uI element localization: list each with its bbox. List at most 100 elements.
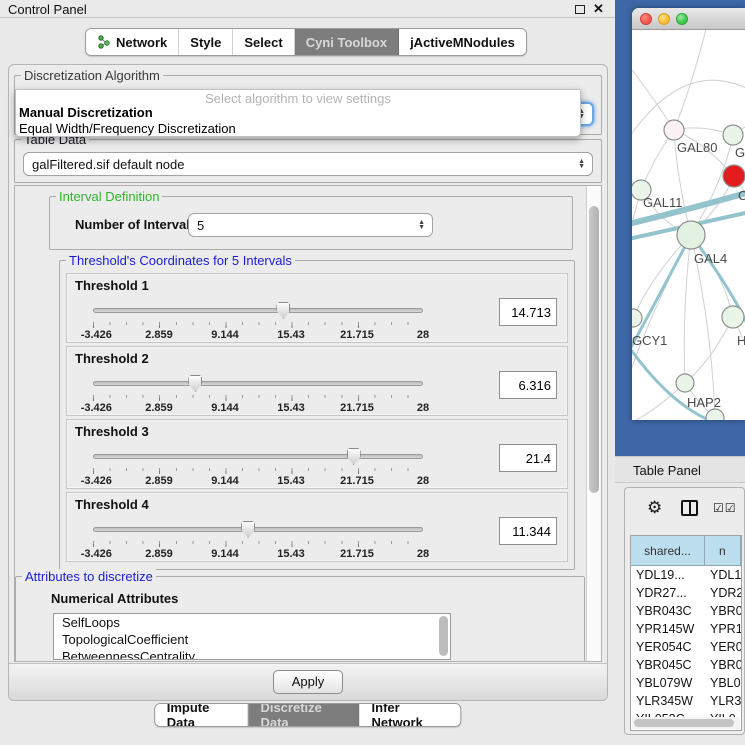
threshold-2-panel: Threshold 2 -3.426 2.859 9.144 15.43 [66, 346, 568, 416]
tab-network-label: Network [116, 35, 167, 50]
threshold-2-slider[interactable]: -3.426 2.859 9.144 15.43 21.715 28 [93, 373, 423, 413]
network-node-node-bottom [706, 409, 724, 420]
control-panel-titlebar: Control Panel ✕ [0, 0, 615, 18]
table-horizontal-scrollbar[interactable] [632, 717, 740, 729]
column-header-shared-name[interactable]: shared... [631, 536, 705, 566]
svg-text:GAL80: GAL80 [677, 140, 717, 155]
close-traffic-light[interactable] [640, 13, 652, 25]
network-icon [97, 35, 111, 49]
table-row[interactable]: YBL079W YBL0 [631, 674, 741, 692]
network-node-GAL4 [677, 221, 705, 249]
number-of-intervals-label: Number of Intervals [75, 217, 197, 232]
interval-definition-title: Interval Definition [56, 189, 162, 204]
tab-infer-network[interactable]: Infer Network [360, 704, 461, 726]
table-data-group: Table Data galFiltered.sif default node … [14, 139, 602, 183]
table-row[interactable]: YDR27... YDR2 [631, 584, 741, 602]
table-data-value: galFiltered.sif default node [32, 157, 184, 172]
cyni-toolbox-pane: Discretization Algorithm ▲▼ Select algor… [8, 64, 608, 701]
tab-impute-data[interactable]: Impute Data [155, 704, 249, 726]
threshold-2-value-field[interactable]: 6.316 [499, 371, 557, 399]
settings-scrollpane: Interval Definition Number of Intervals … [14, 185, 602, 662]
slider-track[interactable] [93, 527, 423, 532]
list-item[interactable]: BetweennessCentrality [54, 648, 450, 660]
network-window-titlebar[interactable] [632, 8, 745, 30]
thresholds-group-title: Threshold's Coordinates for 5 Intervals [66, 253, 295, 268]
zoom-traffic-light[interactable] [676, 13, 688, 25]
attributes-list-scrollbar[interactable] [439, 616, 448, 656]
threshold-3-value-field[interactable]: 21.4 [499, 444, 557, 472]
scrollbar-thumb[interactable] [634, 719, 734, 727]
tab-cyni-toolbox[interactable]: Cyni Toolbox [295, 29, 399, 55]
numerical-attributes-list[interactable]: SelfLoopsTopologicalCoefficientBetweenne… [53, 613, 451, 660]
bottom-tab-bar: Impute Data Discretize Data Infer Networ… [154, 703, 462, 727]
popup-option-manual[interactable]: Manual Discretization [16, 105, 580, 121]
slider-thumb[interactable] [347, 448, 361, 465]
apply-strip: Apply [9, 663, 607, 700]
tab-select[interactable]: Select [233, 29, 294, 55]
table-row[interactable]: YBR045C YBR0 [631, 656, 741, 674]
top-tab-bar: Network Style Select Cyni Toolbox jActiv… [85, 28, 527, 56]
network-node-node-red [723, 165, 745, 187]
network-node-GAL80 [664, 120, 684, 140]
threshold-4-panel: Threshold 4 -3.426 2.859 9.144 15.43 [66, 492, 568, 562]
node-table[interactable]: shared... n YDL19... YDL1 YDR27... YDR2 [630, 535, 742, 731]
attributes-group-title: Attributes to discretize [22, 569, 156, 584]
svg-text:G.: G. [735, 145, 745, 160]
table-row[interactable]: YER054C YER0 [631, 638, 741, 656]
slider-thumb[interactable] [241, 521, 255, 538]
popup-option-equal-width[interactable]: Equal Width/Frequency Discretization [16, 121, 580, 137]
slider-thumb[interactable] [276, 302, 290, 319]
table-panel: Table Panel ⚙ ☑☑ shared... n YDL19... YD… [615, 456, 745, 745]
network-node-GCY1 [632, 309, 642, 327]
network-window: GAL80G.CGAL11GAL4GCY1HHAP2 [632, 8, 745, 420]
slider-track[interactable] [93, 454, 423, 459]
popup-placeholder: Select algorithm to view settings [16, 90, 580, 105]
threshold-3-panel: Threshold 3 -3.426 2.859 9.144 15.43 [66, 419, 568, 489]
threshold-1-value-field[interactable]: 14.713 [499, 298, 557, 326]
threshold-3-slider[interactable]: -3.426 2.859 9.144 15.43 21.715 28 [93, 446, 423, 486]
table-row[interactable]: YLR345W YLR3 [631, 692, 741, 710]
number-of-intervals-combobox[interactable]: 5 ▲▼ [188, 213, 433, 237]
tab-discretize-data[interactable]: Discretize Data [248, 704, 359, 726]
apply-button[interactable]: Apply [273, 670, 343, 694]
tab-network[interactable]: Network [86, 29, 179, 55]
svg-text:C: C [738, 188, 745, 203]
threshold-4-value-field[interactable]: 11.344 [499, 517, 557, 545]
list-item[interactable]: SelfLoops [54, 614, 450, 631]
table-row[interactable]: YPR145W YPR1 [631, 620, 741, 638]
tab-jactivemnodules[interactable]: jActiveMNodules [399, 29, 526, 55]
network-canvas-svg: GAL80G.CGAL11GAL4GCY1HHAP2 [632, 30, 745, 420]
svg-text:GCY1: GCY1 [632, 333, 667, 348]
threshold-1-slider[interactable]: -3.426 2.859 9.144 15.43 21.715 28 [93, 300, 423, 340]
checkbox-icons[interactable]: ☑☑ [713, 501, 737, 515]
slider-track[interactable] [93, 381, 423, 386]
columns-icon[interactable] [681, 500, 698, 516]
table-data-combobox[interactable]: galFiltered.sif default node ▲▼ [23, 152, 593, 176]
column-header-name[interactable]: n [705, 536, 741, 566]
table-row[interactable]: YBR043C YBR0 [631, 602, 741, 620]
threshold-1-panel: Threshold 1 -3.426 2.859 9.144 15.43 [66, 273, 568, 343]
list-item[interactable]: TopologicalCoefficient [54, 631, 450, 648]
svg-text:GAL11: GAL11 [643, 195, 683, 210]
scrollbar-thumb[interactable] [589, 206, 599, 493]
slider-track[interactable] [93, 308, 423, 313]
network-canvas[interactable]: GAL80G.CGAL11GAL4GCY1HHAP2 [632, 30, 745, 420]
close-icon[interactable]: ✕ [593, 1, 604, 17]
threshold-4-slider[interactable]: -3.426 2.859 9.144 15.43 21.715 28 [93, 519, 423, 559]
table-row[interactable]: YDL19... YDL1 [631, 566, 741, 584]
svg-text:HAP2: HAP2 [687, 395, 721, 410]
tab-style[interactable]: Style [179, 29, 233, 55]
table-panel-titlebar: Table Panel [615, 456, 745, 483]
gear-icon[interactable]: ⚙ [647, 498, 662, 518]
numerical-attributes-label: Numerical Attributes [51, 591, 178, 606]
settings-vertical-scrollbar[interactable] [586, 186, 601, 661]
table-header-row: shared... n [631, 536, 741, 566]
network-view-frame: GAL80G.CGAL11GAL4GCY1HHAP2 [615, 0, 745, 456]
table-panel-title: Table Panel [633, 463, 701, 478]
thresholds-group: Threshold's Coordinates for 5 Intervals … [59, 260, 575, 570]
float-window-icon[interactable] [575, 5, 585, 14]
slider-thumb[interactable] [188, 375, 202, 392]
stepper-arrows-icon: ▲▼ [418, 220, 425, 230]
panel-title: Control Panel [8, 2, 87, 17]
minimize-traffic-light[interactable] [658, 13, 670, 25]
